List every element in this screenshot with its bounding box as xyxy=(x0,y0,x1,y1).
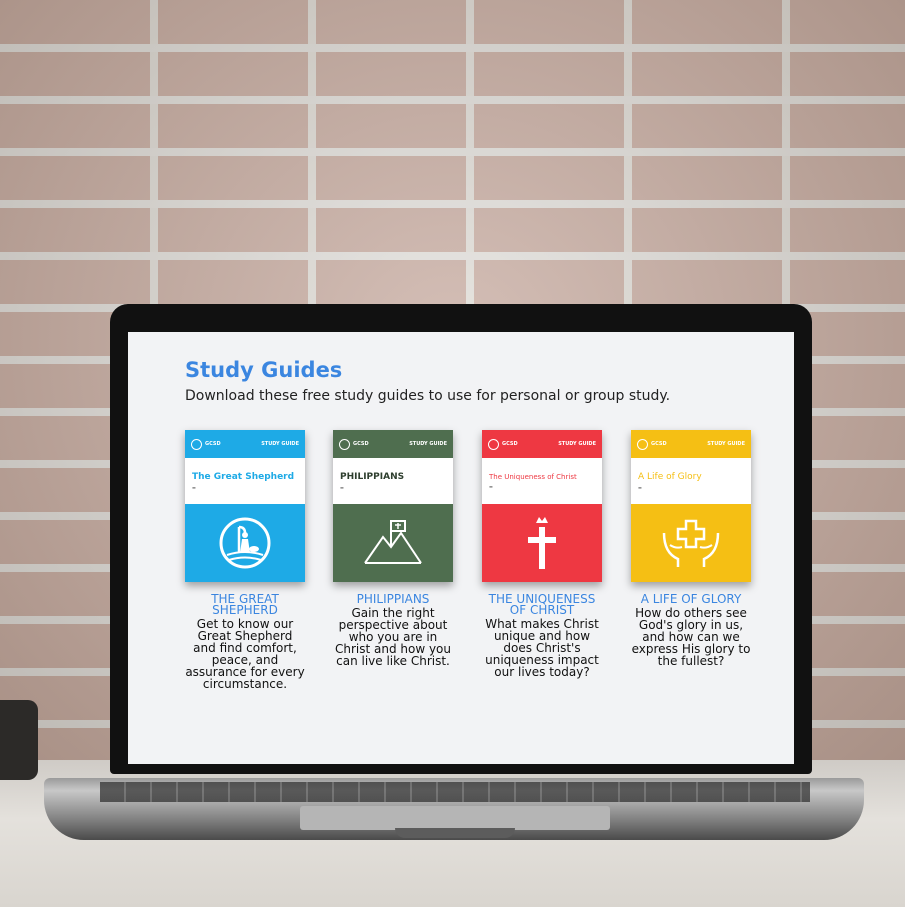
cover-author: ▬ xyxy=(340,485,344,490)
mug xyxy=(0,700,38,780)
cover-author: ▬ xyxy=(192,485,196,490)
cover-header: GCSD STUDY GUIDE xyxy=(185,430,305,458)
study-guide-card[interactable]: GCSD STUDY GUIDE A Life of Glory ▬ A LIF… xyxy=(631,430,751,667)
cover-title: A Life of Glory xyxy=(638,472,702,482)
cover-title: PHILIPPIANS xyxy=(340,472,405,482)
cover-title-area: PHILIPPIANS ▬ xyxy=(333,458,453,504)
card-description: How do others see God's glory in us, and… xyxy=(631,606,751,668)
gcsd-logo: GCSD xyxy=(637,438,667,450)
cover-art xyxy=(185,504,305,582)
card-heading[interactable]: A LIFE OF GLORY xyxy=(631,593,751,605)
card-description: Get to know our Great Shepherd and find … xyxy=(185,617,305,691)
cover-title-area: The Uniqueness of Christ ▬ xyxy=(482,458,602,504)
page-title: Study Guides xyxy=(185,358,343,382)
gcsd-logo: GCSD xyxy=(488,438,518,450)
mountain-flag-icon xyxy=(364,520,422,564)
guide-cover[interactable]: GCSD STUDY GUIDE The Great Shepherd ▬ xyxy=(185,430,305,582)
hands-cross-icon xyxy=(662,519,720,567)
card-heading[interactable]: THE GREAT SHEPHERD xyxy=(185,593,305,616)
laptop-screen: Study Guides Download these free study g… xyxy=(128,332,794,764)
cover-header: GCSD STUDY GUIDE xyxy=(631,430,751,458)
cover-tag: STUDY GUIDE xyxy=(409,441,447,447)
cover-title-area: The Great Shepherd ▬ xyxy=(185,458,305,504)
laptop-trackpad xyxy=(300,806,610,830)
study-guide-card[interactable]: GCSD STUDY GUIDE The Great Shepherd ▬ TH… xyxy=(185,430,305,690)
cover-title-area: A Life of Glory ▬ xyxy=(631,458,751,504)
guide-cover[interactable]: GCSD STUDY GUIDE PHILIPPIANS ▬ xyxy=(333,430,453,582)
card-heading[interactable]: THE UNIQUENESS OF CHRIST xyxy=(482,593,602,616)
cover-art xyxy=(333,504,453,582)
cross-crown-icon xyxy=(528,517,556,569)
shepherd-icon xyxy=(219,517,271,569)
gcsd-logo: GCSD xyxy=(339,438,369,450)
cover-header: GCSD STUDY GUIDE xyxy=(482,430,602,458)
page-subtitle: Download these free study guides to use … xyxy=(185,388,671,404)
card-heading[interactable]: PHILIPPIANS xyxy=(333,593,453,605)
gcsd-logo: GCSD xyxy=(191,438,221,450)
cover-tag: STUDY GUIDE xyxy=(558,441,596,447)
laptop-notch xyxy=(395,828,515,838)
cover-header: GCSD STUDY GUIDE xyxy=(333,430,453,458)
cover-tag: STUDY GUIDE xyxy=(707,441,745,447)
cover-title: The Uniqueness of Christ xyxy=(489,473,577,481)
card-description: Gain the right perspective about who you… xyxy=(334,606,452,668)
cover-art xyxy=(631,504,751,582)
cover-art xyxy=(482,504,602,582)
card-description: What makes Christ unique and how does Ch… xyxy=(485,617,599,679)
study-guide-card[interactable]: GCSD STUDY GUIDE The Uniqueness of Chris… xyxy=(482,430,602,678)
laptop-keyboard xyxy=(100,782,810,802)
guide-cover[interactable]: GCSD STUDY GUIDE The Uniqueness of Chris… xyxy=(482,430,602,582)
study-guide-card[interactable]: GCSD STUDY GUIDE PHILIPPIANS ▬ PHILIPPIA… xyxy=(333,430,453,667)
cover-author: ▬ xyxy=(638,485,642,490)
guide-cover[interactable]: GCSD STUDY GUIDE A Life of Glory ▬ xyxy=(631,430,751,582)
cover-title: The Great Shepherd xyxy=(192,472,295,482)
cover-tag: STUDY GUIDE xyxy=(261,441,299,447)
cover-author: ▬ xyxy=(489,484,493,489)
